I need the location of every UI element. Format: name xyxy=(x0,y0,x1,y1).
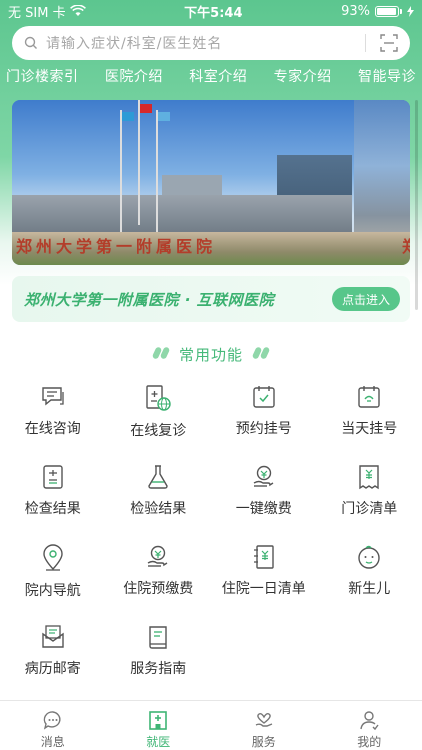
func-label: 当天挂号 xyxy=(341,421,398,437)
func-inpatient-daily-list[interactable]: 住院一日清单 xyxy=(211,544,317,598)
prepay-icon xyxy=(144,544,172,570)
func-one-click-pay[interactable]: 一键缴费 xyxy=(211,464,317,518)
tab-messages[interactable]: 消息 xyxy=(13,701,93,750)
func-record-mailing[interactable]: 病历邮寄 xyxy=(0,624,106,678)
flag xyxy=(122,112,134,121)
nav-expert-intro[interactable]: 专家介绍 xyxy=(274,66,332,92)
func-label: 预约挂号 xyxy=(235,421,292,437)
tab-label: 服务 xyxy=(251,735,276,749)
message-icon xyxy=(43,711,61,730)
func-inpatient-prepay[interactable]: 住院预缴费 xyxy=(106,544,212,598)
flag xyxy=(158,112,170,121)
battery-tip xyxy=(399,8,402,14)
calendar-today-icon xyxy=(355,384,383,410)
func-exam-result[interactable]: 检查结果 xyxy=(0,464,106,518)
func-indoor-nav[interactable]: 院内导航 xyxy=(0,544,106,599)
flagpole xyxy=(156,110,158,235)
banner-sign-text: 郑州大学第一附属医院 xyxy=(16,237,217,256)
func-newborn[interactable]: 新生儿 xyxy=(317,544,422,598)
tab-bar: 消息 就医 服务 我的 xyxy=(0,701,422,750)
func-label: 住院预缴费 xyxy=(123,581,194,597)
nav-smart-triage[interactable]: 智能导诊 xyxy=(358,66,416,92)
carrier-text: 无 SIM 卡 xyxy=(8,5,66,21)
search-bar[interactable]: 请输入症状/科室/医生姓名 xyxy=(12,26,410,60)
func-service-guide[interactable]: 服务指南 xyxy=(106,624,212,678)
profile-icon xyxy=(360,711,379,731)
status-bar: 无 SIM 卡 下午5:44 93% xyxy=(0,0,422,22)
chat-icon xyxy=(39,384,67,410)
guide-book-icon xyxy=(144,624,172,650)
daily-list-icon xyxy=(250,544,278,570)
online-revisit-icon xyxy=(144,384,172,412)
func-label: 检验结果 xyxy=(130,501,187,517)
battery-percent: 93% xyxy=(341,3,370,19)
func-label: 在线咨询 xyxy=(24,421,81,437)
tab-services[interactable]: 服务 xyxy=(224,701,304,750)
scan-icon[interactable] xyxy=(380,34,398,52)
nav-building-index[interactable]: 门诊楼索引 xyxy=(6,66,79,92)
tab-label: 就医 xyxy=(146,735,171,749)
enter-button[interactable]: 点击进入 xyxy=(331,287,400,311)
tab-label: 消息 xyxy=(40,735,65,749)
tab-profile[interactable]: 我的 xyxy=(329,701,409,750)
flask-icon xyxy=(144,464,172,490)
func-appointment[interactable]: 预约挂号 xyxy=(211,384,317,438)
battery-icon xyxy=(374,5,399,17)
hospital-icon xyxy=(149,711,168,730)
section-title: 常用功能 xyxy=(178,345,243,364)
func-same-day[interactable]: 当天挂号 xyxy=(317,384,422,438)
payment-hand-icon xyxy=(250,464,278,490)
hospital-banner[interactable]: 郑州大学第一附属医院 郑 xyxy=(12,100,410,265)
nav-department-intro[interactable]: 科室介绍 xyxy=(189,66,247,92)
section-header: 常用功能 xyxy=(0,343,422,365)
leaf-decoration-icon xyxy=(251,345,271,363)
func-label: 一键缴费 xyxy=(235,501,292,517)
func-outpatient-bill[interactable]: 门诊清单 xyxy=(317,464,422,518)
search-input[interactable]: 请输入症状/科室/医生姓名 xyxy=(46,33,365,53)
mail-icon xyxy=(39,624,67,650)
func-label: 检查结果 xyxy=(24,501,81,517)
tab-label: 我的 xyxy=(357,735,382,749)
func-lab-result[interactable]: 检验结果 xyxy=(106,464,212,518)
func-label: 病历邮寄 xyxy=(24,661,81,677)
banner-sign-partial: 郑 xyxy=(402,233,410,257)
func-label: 服务指南 xyxy=(130,661,187,677)
func-label: 门诊清单 xyxy=(341,501,398,517)
func-label: 住院一日清单 xyxy=(221,581,306,597)
banner-building xyxy=(12,195,352,235)
location-icon xyxy=(39,544,67,572)
flagpole xyxy=(120,110,122,235)
bill-icon xyxy=(355,464,383,490)
nav-hospital-intro[interactable]: 医院介绍 xyxy=(105,66,163,92)
clock-text: 下午5:44 xyxy=(184,5,243,21)
leaf-decoration-icon xyxy=(151,345,171,363)
flagpole xyxy=(138,100,140,225)
calendar-check-icon xyxy=(250,384,278,410)
internet-hospital-title: 郑州大学第一附属医院 · 互联网医院 xyxy=(24,290,275,309)
tab-medical[interactable]: 就医 xyxy=(118,701,198,750)
report-icon xyxy=(39,464,67,490)
wifi-icon xyxy=(69,5,86,16)
search-divider xyxy=(365,34,366,52)
charging-icon xyxy=(406,5,414,17)
scroll-indicator[interactable] xyxy=(415,100,418,310)
func-label: 新生儿 xyxy=(348,581,391,597)
search-icon xyxy=(24,36,37,49)
baby-icon xyxy=(355,544,383,570)
func-online-revisit[interactable]: 在线复诊 xyxy=(106,384,212,439)
internet-hospital-banner[interactable]: 郑州大学第一附属医院 · 互联网医院 点击进入 xyxy=(12,276,410,322)
flag xyxy=(140,104,152,113)
func-label: 在线复诊 xyxy=(130,423,187,439)
function-grid: 在线咨询 在线复诊 预约挂号 当天挂号 检查结果 检验结果 一键缴费 门诊清单 … xyxy=(0,384,422,678)
service-icon xyxy=(255,712,273,727)
quick-nav: 门诊楼索引 医院介绍 科室介绍 专家介绍 智能导诊 xyxy=(0,66,422,92)
func-online-consult[interactable]: 在线咨询 xyxy=(0,384,106,438)
func-label: 院内导航 xyxy=(24,583,81,599)
